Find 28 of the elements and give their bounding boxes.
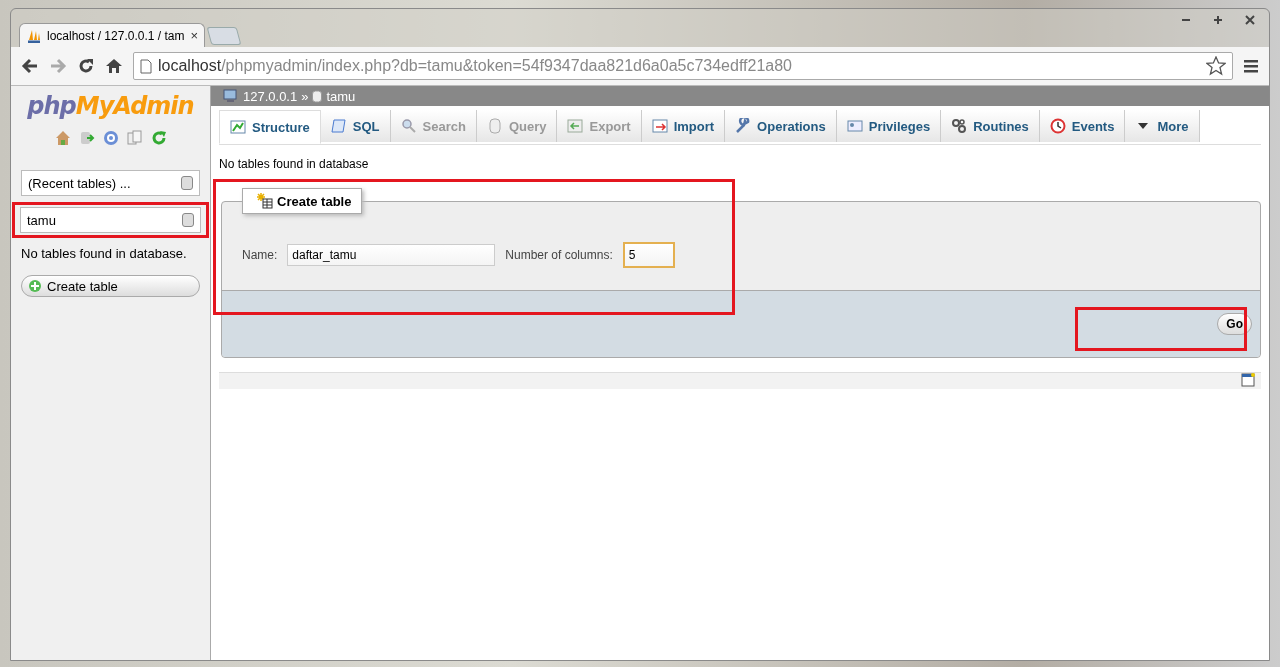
menu-tab[interactable]: SQL [320, 110, 391, 142]
close-tab-button[interactable]: × [190, 28, 198, 43]
menu-tab[interactable]: Routines [941, 110, 1040, 142]
go-button[interactable]: Go [1217, 313, 1252, 335]
menu-tab[interactable]: Import [641, 110, 726, 142]
menu-tab[interactable]: Events [1039, 110, 1126, 142]
menu-tab[interactable]: Operations [725, 110, 837, 142]
logo-text[interactable]: phpMyAdmin [21, 92, 200, 120]
menu-tab[interactable]: Privileges [836, 110, 942, 142]
database-link[interactable]: tamu [326, 88, 356, 104]
url-text: localhost/phpmyadmin/index.php?db=tamu&token=54f9347daa821d6a0a5c734edff21a80 [158, 57, 793, 75]
recent-tables-dropdown[interactable]: (Recent tables) ... [21, 170, 200, 196]
menu-tab[interactable]: Structure [219, 110, 321, 144]
address-bar[interactable]: localhost/phpmyadmin/index.php?db=tamu&token=54f9347daa821d6a0a5c734edff21a80 [133, 52, 1233, 80]
create-table-legend: Create table [242, 188, 363, 214]
columns-label: Number of columns: [505, 248, 613, 262]
columns-input[interactable]: 5 [622, 242, 675, 268]
create-table-button[interactable]: Create table [21, 275, 200, 297]
server-link[interactable]: 127.0.0.1 [243, 88, 298, 104]
browser-tab[interactable]: localhost / 127.0.0.1 / tam × [19, 23, 205, 47]
tab-title: localhost / 127.0.0.1 / tam [47, 28, 186, 43]
database-dropdown[interactable]: tamu [20, 207, 201, 233]
breadcrumb-separator: » [301, 88, 309, 104]
menu-tab[interactable]: More [1125, 110, 1200, 142]
no-tables-message: No tables found in database. [21, 246, 188, 261]
no-tables-message: No tables found in database [219, 157, 370, 171]
name-label: Name: [242, 248, 278, 262]
table-name-input[interactable]: daftar_tamu [287, 244, 496, 266]
